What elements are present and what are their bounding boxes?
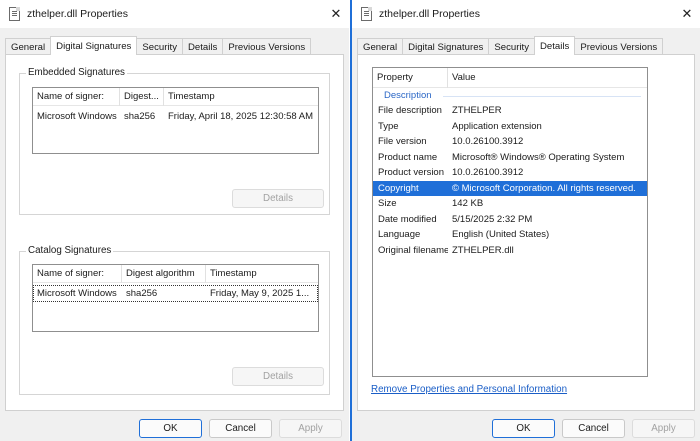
table-row[interactable]: Microsoft Windows sha256 Friday, May 9, … [33, 285, 318, 302]
property-name: Date modified [378, 213, 437, 225]
apply-button[interactable]: Apply [279, 419, 342, 438]
tab-details[interactable]: Details [182, 38, 224, 55]
right-properties-window: zthelper.dll Properties ✕ General Digita… [350, 0, 700, 441]
tab-digital-signatures[interactable]: Digital Signatures [402, 38, 490, 55]
window-title: zthelper.dll Properties [27, 8, 128, 20]
remove-properties-link[interactable]: Remove Properties and Personal Informati… [371, 384, 567, 395]
list-item[interactable]: Product version 10.0.26100.3912 [373, 165, 647, 181]
list-item-selected[interactable]: Copyright © Microsoft Corporation. All r… [373, 180, 647, 196]
embedded-details-button[interactable]: Details [232, 189, 324, 208]
list-header: Name of signer: Digest... Timestamp [33, 88, 318, 106]
column-digest[interactable]: Digest... [120, 88, 164, 106]
file-icon [361, 7, 372, 21]
window-title: zthelper.dll Properties [379, 8, 480, 20]
table-row[interactable]: Microsoft Windows sha256 Friday, April 1… [33, 108, 318, 125]
property-name: Size [378, 198, 397, 210]
list-item[interactable]: Original filename ZTHELPER.dll [373, 243, 647, 259]
property-value: 10.0.26100.3912 [452, 167, 524, 179]
property-value: 142 KB [452, 198, 484, 210]
tab-details[interactable]: Details [534, 36, 576, 55]
property-name: Product name [378, 151, 438, 163]
list-header: Property Value [373, 67, 647, 88]
list-item[interactable]: File version 10.0.26100.3912 [373, 134, 647, 150]
timestamp-cell: Friday, May 9, 2025 1... [210, 288, 310, 299]
title-bar[interactable]: zthelper.dll Properties ✕ [0, 0, 349, 28]
tab-strip: General Digital Signatures Security Deta… [5, 36, 312, 55]
embedded-signatures-group: Embedded Signatures Name of signer: Dige… [19, 67, 330, 215]
column-name-of-signer[interactable]: Name of signer: [33, 265, 122, 283]
property-value: Application extension [452, 120, 542, 132]
list-item[interactable]: Date modified 5/15/2025 2:32 PM [373, 212, 647, 228]
digest-cell: sha256 [124, 111, 156, 122]
tab-strip: General Digital Signatures Security Deta… [357, 36, 664, 55]
property-value: 5/15/2025 2:32 PM [452, 213, 533, 225]
ok-button[interactable]: OK [139, 419, 202, 438]
catalog-details-button[interactable]: Details [232, 367, 324, 386]
tab-digital-signatures[interactable]: Digital Signatures [50, 36, 138, 55]
column-property[interactable]: Property [373, 67, 448, 88]
details-property-list[interactable]: Property Value Description File descript… [372, 67, 648, 377]
left-properties-window: zthelper.dll Properties ✕ General Digita… [0, 0, 349, 441]
timestamp-cell: Friday, April 18, 2025 12:30:58 AM [168, 111, 314, 122]
signer-cell: Microsoft Windows [37, 288, 117, 299]
property-value: © Microsoft Corporation. All rights rese… [452, 182, 636, 194]
embedded-signatures-legend: Embedded Signatures [26, 67, 127, 78]
property-value: ZTHELPER.dll [452, 244, 514, 256]
column-timestamp[interactable]: Timestamp [206, 265, 318, 283]
tab-general[interactable]: General [357, 38, 404, 55]
tab-security[interactable]: Security [488, 38, 535, 55]
list-item[interactable]: Product name Microsoft® Windows® Operati… [373, 150, 647, 166]
property-name: Copyright [378, 182, 419, 194]
property-name: Language [378, 229, 421, 241]
cancel-button[interactable]: Cancel [209, 419, 272, 438]
ok-button[interactable]: OK [492, 419, 555, 438]
close-button[interactable]: ✕ [674, 0, 700, 28]
title-bar[interactable]: zthelper.dll Properties ✕ [352, 0, 700, 28]
property-value: Microsoft® Windows® Operating System [452, 151, 625, 163]
property-name: Original filename [378, 244, 448, 256]
tab-previous-versions[interactable]: Previous Versions [574, 38, 664, 55]
property-value: English (United States) [452, 229, 550, 241]
digital-signatures-panel: Embedded Signatures Name of signer: Dige… [5, 54, 344, 411]
signer-cell: Microsoft Windows [37, 111, 117, 122]
column-timestamp[interactable]: Timestamp [164, 88, 318, 106]
property-name: Product version [378, 167, 445, 179]
tab-previous-versions[interactable]: Previous Versions [222, 38, 312, 55]
property-name: Type [378, 120, 399, 132]
catalog-signatures-legend: Catalog Signatures [26, 245, 114, 256]
file-icon [9, 7, 20, 21]
list-item[interactable]: Language English (United States) [373, 227, 647, 243]
property-name: File description [378, 105, 442, 117]
tab-general[interactable]: General [5, 38, 52, 55]
list-item[interactable]: File description ZTHELPER [373, 103, 647, 119]
apply-button[interactable]: Apply [632, 419, 695, 438]
list-item[interactable]: Type Application extension [373, 119, 647, 135]
catalog-signatures-group: Catalog Signatures Name of signer: Diges… [19, 245, 330, 395]
digest-cell: sha256 [126, 288, 158, 299]
list-item[interactable]: Size 142 KB [373, 196, 647, 212]
cancel-button[interactable]: Cancel [562, 419, 625, 438]
list-header: Name of signer: Digest algorithm Timesta… [33, 265, 318, 283]
property-value: ZTHELPER [452, 105, 502, 117]
column-name-of-signer[interactable]: Name of signer: [33, 88, 120, 106]
column-digest-algorithm[interactable]: Digest algorithm [122, 265, 206, 283]
section-description: Description [373, 88, 647, 103]
column-value[interactable]: Value [448, 68, 647, 88]
details-panel: Property Value Description File descript… [357, 54, 695, 411]
property-value: 10.0.26100.3912 [452, 136, 524, 148]
catalog-signatures-list[interactable]: Name of signer: Digest algorithm Timesta… [32, 264, 319, 332]
embedded-signatures-list[interactable]: Name of signer: Digest... Timestamp Micr… [32, 87, 319, 154]
property-name: File version [378, 136, 427, 148]
close-button[interactable]: ✕ [323, 0, 349, 28]
tab-security[interactable]: Security [136, 38, 183, 55]
